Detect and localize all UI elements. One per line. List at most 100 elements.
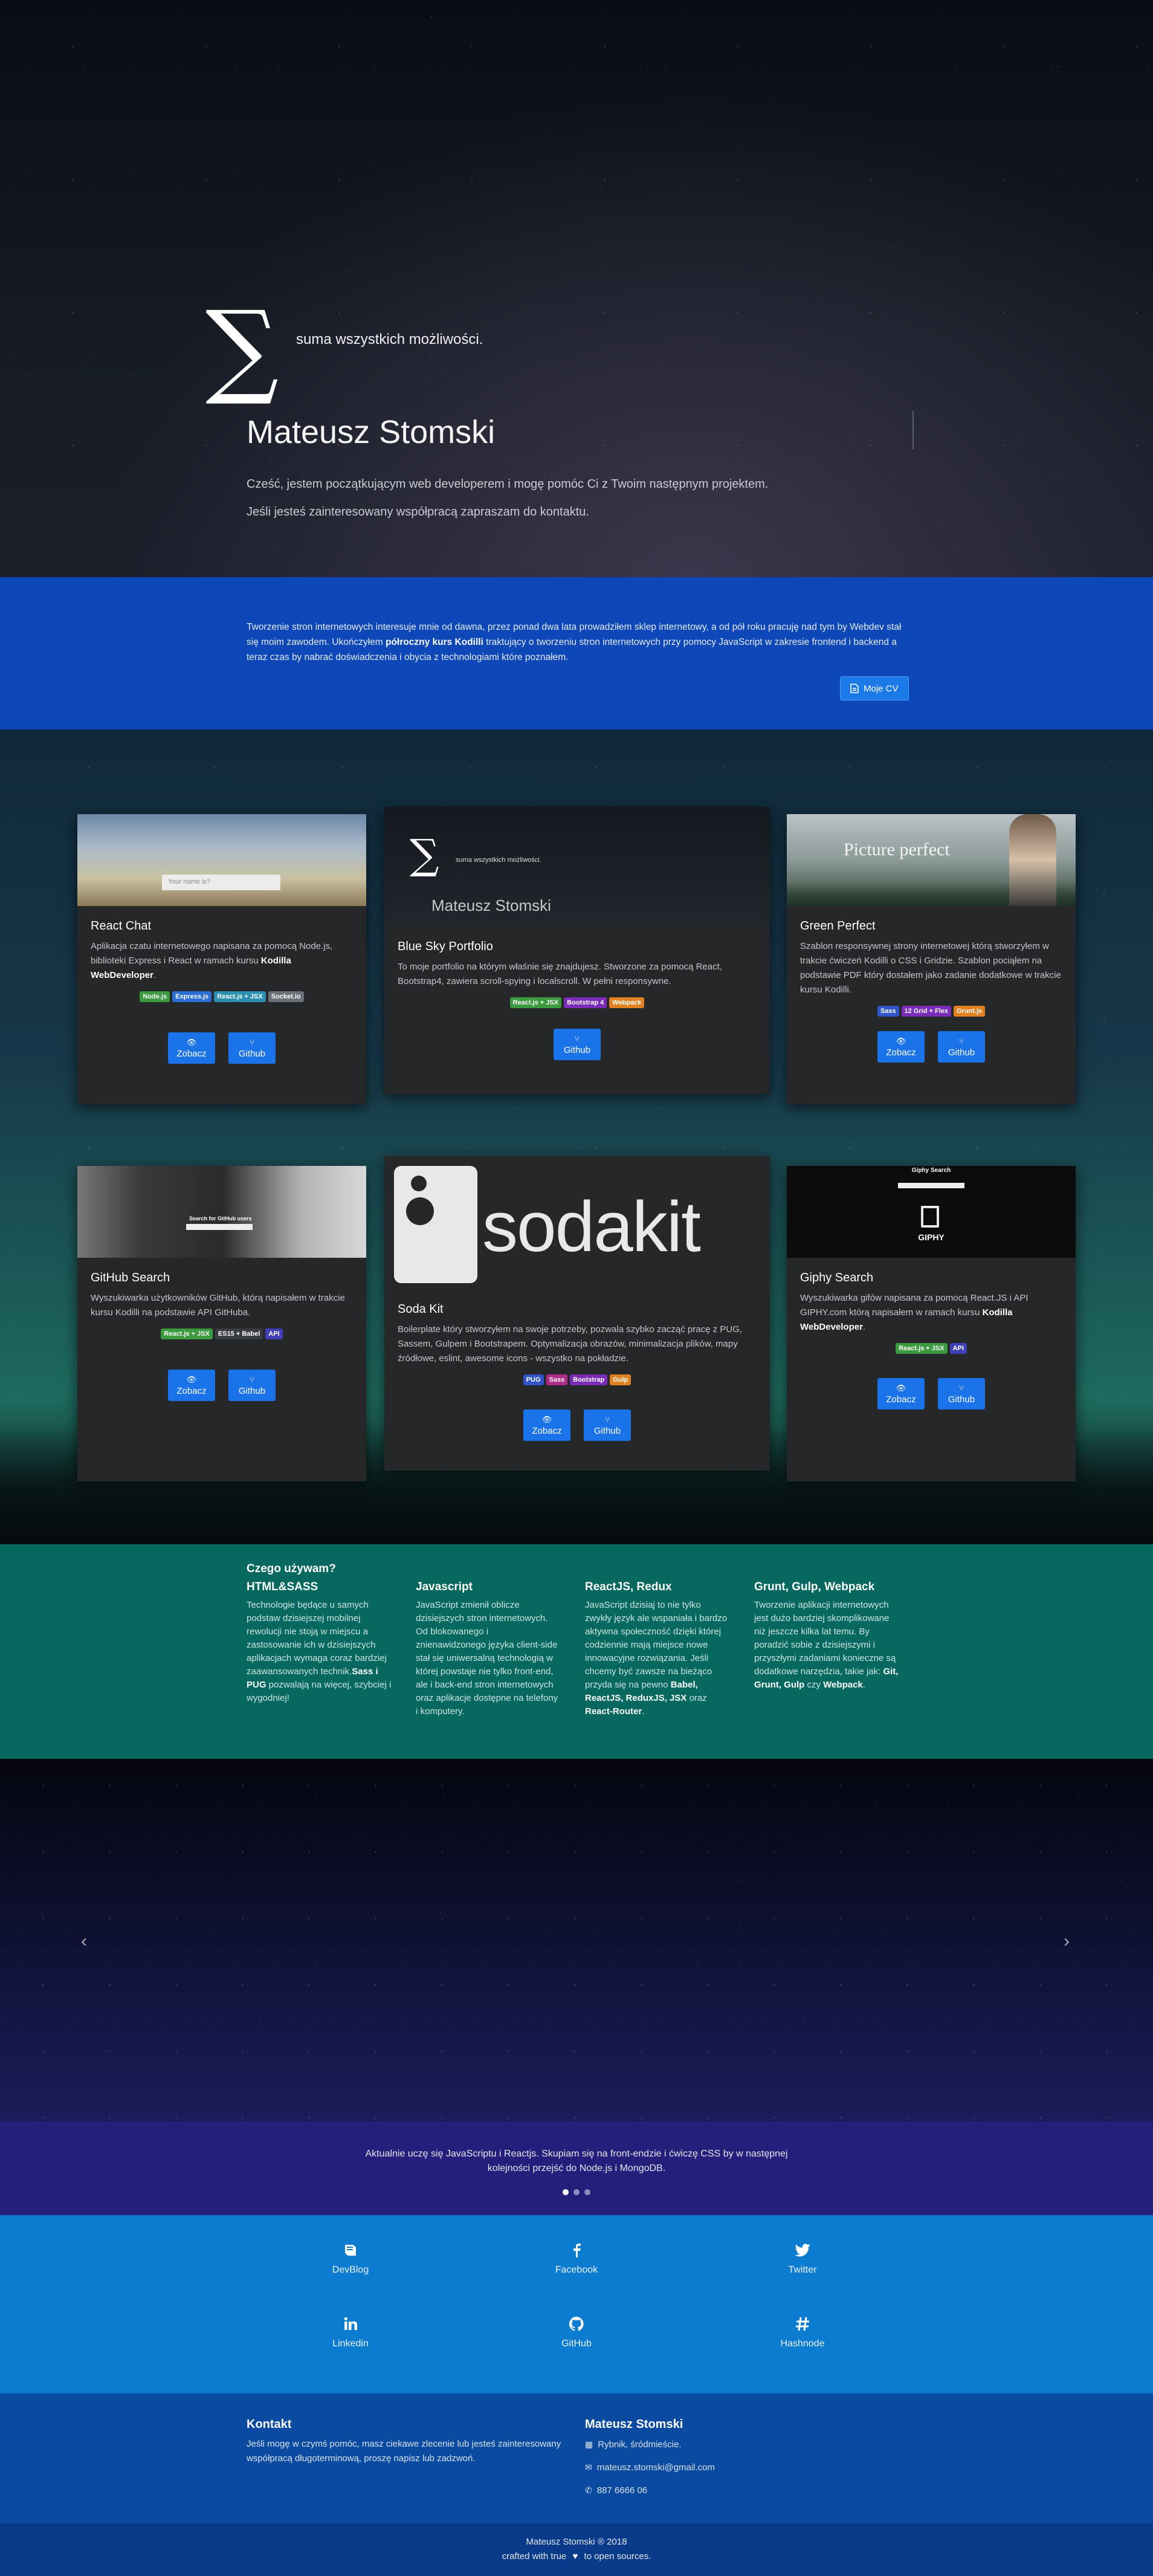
project-title: GitHub Search	[91, 1271, 170, 1284]
tech-column-text: Tworzenie aplikacji internetowych jest d…	[754, 1599, 899, 1692]
learning-text-line: kolejności przejść do Node.js i MongoDB.	[487, 2163, 666, 2173]
preview-tagline: suma wszystkich możliwości.	[456, 856, 541, 864]
view-button-label: Zobacz	[532, 1426, 562, 1436]
tech-column-build-tools: Grunt, Gulp, Webpack Tworzenie aplikacji…	[754, 1581, 899, 1692]
cv-button[interactable]: Moje CV	[840, 676, 909, 701]
tech-tag: Bootstrap 4	[564, 997, 607, 1008]
giphy-logo-icon	[921, 1206, 939, 1228]
fork-icon: ⑂	[250, 1038, 254, 1047]
preview-title: Picture perfect	[844, 840, 950, 859]
carousel-prev-arrow-icon[interactable]: ‹	[81, 1931, 87, 1952]
project-description: Boilerplate który stworzyłem na swoje po…	[398, 1324, 742, 1364]
tech-column-javascript: Javascript JavaScript zmienił oblicze dz…	[416, 1581, 561, 1718]
tech-column-title: ReactJS, Redux	[585, 1581, 672, 1593]
hero-contact-invite: Jeśli jesteś zainteresowany współpracą z…	[247, 505, 589, 519]
view-button[interactable]: 👁 Zobacz	[523, 1409, 570, 1441]
projects-section: Your name is? React Chat Aplikacja czatu…	[0, 730, 1153, 1544]
project-card-giphy-search: Giphy Search GIPHY Giphy Search Wyszukiw…	[787, 1166, 1076, 1481]
github-button-label: Github	[948, 1394, 975, 1405]
tech-tag: Sass	[546, 1374, 568, 1385]
project-title: Soda Kit	[398, 1303, 444, 1316]
book-icon	[345, 2245, 356, 2256]
carousel-next-arrow-icon[interactable]: ›	[1064, 1931, 1070, 1952]
social-link-linkedin[interactable]: Linkedin	[290, 2315, 411, 2349]
text-highlight: Webpack	[823, 1680, 863, 1690]
contact-phone-link[interactable]: ✆ 887 6666 06	[585, 2485, 647, 2496]
about-text-highlight: półroczny kurs Kodilli	[385, 637, 483, 647]
view-button[interactable]: 👁 Zobacz	[877, 1378, 925, 1409]
view-button[interactable]: 👁 Zobacz	[877, 1031, 925, 1063]
social-link-facebook[interactable]: Facebook	[516, 2242, 637, 2276]
carousel-indicator-2[interactable]	[573, 2189, 580, 2195]
eye-icon: 👁	[896, 1037, 906, 1046]
github-button[interactable]: ⑂ Github	[938, 1031, 985, 1063]
social-link-github[interactable]: GitHub	[516, 2315, 637, 2349]
social-link-twitter[interactable]: Twitter	[742, 2242, 863, 2276]
github-button-label: Github	[593, 1426, 621, 1436]
tech-column-react-redux: ReactJS, Redux JavaScript dzisiaj to nie…	[585, 1581, 730, 1718]
tech-tag: React.js + JSX	[896, 1343, 948, 1354]
tech-column-text: JavaScript dzisiaj to nie tylko zwykły j…	[585, 1599, 730, 1718]
facebook-icon	[573, 2244, 581, 2257]
preview-search-box	[898, 1183, 964, 1188]
view-button-label: Zobacz	[886, 1047, 916, 1058]
giphy-logo-text: GIPHY	[918, 1232, 945, 1242]
contact-address-text: Rybnik, śródmieście.	[598, 2439, 682, 2450]
project-card-blue-sky-portfolio: ∑ suma wszystkich możliwości. Mateusz St…	[384, 807, 770, 1094]
project-screenshot: sodakit	[384, 1156, 770, 1289]
tech-tags: React.js + JSX API	[800, 1343, 1062, 1354]
hero-tagline: suma wszystkich możliwości.	[296, 331, 483, 348]
project-description: To moje portfolio na którym właśnie się …	[398, 962, 722, 986]
footer-credit-text: to open sources.	[584, 2551, 651, 2561]
carousel-indicator-3[interactable]	[584, 2189, 590, 2195]
tech-tags: PUG Sass Bootstrap Gulp	[398, 1374, 757, 1385]
tech-tags: React.js + JSX ES15 + Babel API	[91, 1328, 353, 1339]
desc-part: .	[153, 970, 157, 980]
github-button[interactable]: ⑂ Github	[228, 1370, 276, 1401]
contact-name: Mateusz Stomski	[585, 2418, 683, 2431]
preview-search-box	[186, 1224, 253, 1230]
project-description: Aplikacja czatu internetowego napisana z…	[91, 939, 353, 983]
social-link-devblog[interactable]: DevBlog	[290, 2242, 411, 2276]
eye-icon: 👁	[541, 1415, 552, 1424]
contact-section: Kontakt Jeśli mogę w czymś pomóc, masz c…	[0, 2393, 1153, 2523]
twitter-icon	[795, 2244, 810, 2257]
github-button-label: Github	[238, 1049, 266, 1059]
hashtag-icon	[796, 2317, 809, 2331]
project-description: Wyszukiwarka gifów napisana za pomocą Re…	[800, 1291, 1062, 1335]
tech-tag: API	[265, 1328, 283, 1339]
view-button[interactable]: 👁 Zobacz	[168, 1032, 215, 1064]
github-button[interactable]: ⑂ Github	[938, 1378, 985, 1409]
contact-phone-text: 887 6666 06	[596, 2485, 648, 2496]
carousel-indicator-1[interactable]	[563, 2189, 569, 2195]
view-button[interactable]: 👁 Zobacz	[168, 1370, 215, 1401]
tech-tag: Gulp	[610, 1374, 631, 1385]
hero-section: ∑ suma wszystkich możliwości. Mateusz St…	[0, 0, 1153, 577]
tech-column-html-sass: HTML&SASS Technologie będące u samych po…	[247, 1581, 392, 1705]
project-screenshot: Search for GitHub users	[77, 1166, 366, 1258]
project-screenshot: ∑ suma wszystkich możliwości. Mateusz St…	[384, 807, 770, 927]
github-button[interactable]: ⑂ Github	[554, 1029, 601, 1060]
envelope-icon: ✉	[585, 2462, 592, 2472]
tech-column-title: Grunt, Gulp, Webpack	[754, 1581, 875, 1593]
sodakit-logo-text: sodakit	[482, 1187, 701, 1267]
github-button[interactable]: ⑂ Github	[228, 1032, 276, 1064]
preview-caption: Search for GitHub users	[189, 1215, 252, 1222]
view-button-label: Zobacz	[176, 1386, 207, 1396]
can-dot	[411, 1176, 427, 1191]
contact-heading: Kontakt	[247, 2418, 292, 2431]
tech-tag: React.js + JSX	[509, 997, 562, 1008]
can-dot	[406, 1197, 434, 1225]
text-part: Tworzenie aplikacji internetowych jest d…	[754, 1600, 896, 1677]
tech-tags: Node.js Express.js React.js + JSX Socket…	[91, 991, 353, 1002]
preview-person	[1009, 814, 1056, 906]
tech-tags: React.js + JSX Bootstrap 4 Webpack	[398, 997, 757, 1008]
desc-part: .	[862, 1322, 866, 1332]
preview-title: Giphy Search	[911, 1167, 951, 1174]
social-link-hashnode[interactable]: Hashnode	[742, 2315, 863, 2349]
github-button[interactable]: ⑂ Github	[584, 1409, 631, 1441]
contact-email-link[interactable]: ✉ mateusz.stomski@gmail.com	[585, 2462, 715, 2473]
phone-icon: ✆	[585, 2485, 592, 2495]
sigma-logo-symbol: ∑	[205, 289, 279, 409]
linkedin-icon	[344, 2317, 357, 2330]
